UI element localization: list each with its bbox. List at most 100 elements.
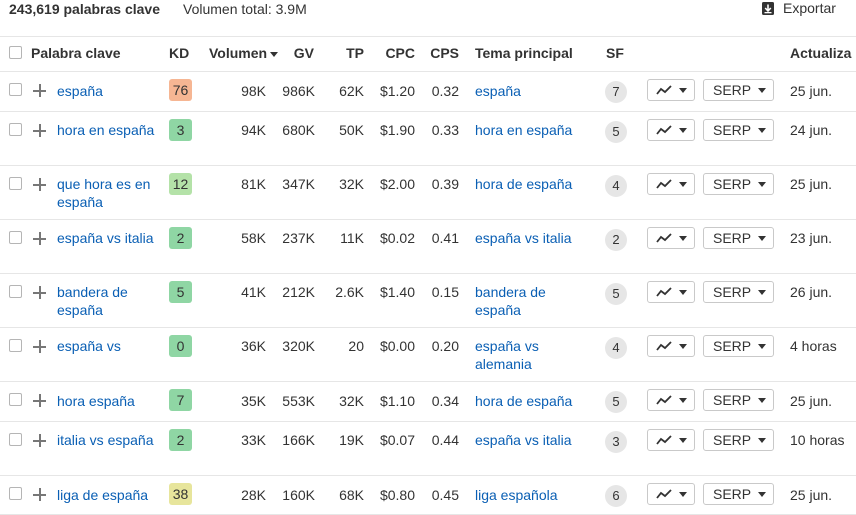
trend-line-icon: [656, 287, 672, 297]
serp-button[interactable]: SERP: [703, 483, 774, 505]
gv-value: 160K: [282, 487, 315, 503]
row-checkbox[interactable]: [9, 285, 22, 298]
serp-button[interactable]: SERP: [703, 281, 774, 303]
row-checkbox[interactable]: [9, 433, 22, 446]
add-to-list-icon[interactable]: [33, 340, 46, 353]
serp-button[interactable]: SERP: [703, 227, 774, 249]
sf-count-badge[interactable]: 3: [605, 431, 627, 453]
col-sf[interactable]: SF: [606, 45, 624, 61]
keyword-link[interactable]: españa: [57, 82, 169, 100]
chevron-down-icon: [679, 492, 687, 497]
serp-button[interactable]: SERP: [703, 119, 774, 141]
serp-button[interactable]: SERP: [703, 173, 774, 195]
updated-value: 25 jun.: [790, 176, 833, 192]
keyword-link[interactable]: italia vs españa: [57, 431, 169, 449]
trend-line-icon: [656, 233, 672, 243]
select-all-checkbox[interactable]: [9, 46, 22, 59]
row-checkbox[interactable]: [9, 393, 22, 406]
table-header: Palabra clave KD Volumen GV TP CPC CPS T…: [0, 36, 856, 72]
parent-topic-link[interactable]: españa vs italia: [475, 431, 593, 449]
col-volume[interactable]: Volumen: [209, 45, 279, 61]
keyword-link[interactable]: hora en españa: [57, 121, 169, 139]
table-row: bandera de españa 5 41K 212K 2.6K $1.40 0.15 ba…: [0, 274, 856, 328]
col-cpc[interactable]: CPC: [380, 45, 415, 61]
row-checkbox[interactable]: [9, 177, 22, 190]
cpc-value: $2.00: [379, 176, 415, 192]
trend-chart-button[interactable]: [647, 119, 695, 141]
keyword-link[interactable]: españa vs: [57, 337, 169, 355]
add-to-list-icon[interactable]: [33, 84, 46, 97]
serp-button[interactable]: SERP: [703, 389, 774, 411]
cps-value: 0.45: [431, 487, 459, 503]
export-button[interactable]: Exportar: [762, 0, 836, 16]
tp-value: 50K: [339, 122, 364, 138]
chevron-down-icon: [758, 290, 766, 295]
chevron-down-icon: [758, 182, 766, 187]
row-checkbox[interactable]: [9, 83, 22, 96]
chevron-down-icon: [679, 438, 687, 443]
parent-topic-link[interactable]: bandera de españa: [475, 283, 593, 319]
serp-button[interactable]: SERP: [703, 79, 774, 101]
add-to-list-icon[interactable]: [33, 286, 46, 299]
row-checkbox[interactable]: [9, 487, 22, 500]
trend-line-icon: [656, 395, 672, 405]
parent-topic-link[interactable]: hora en españa: [475, 121, 593, 139]
parent-topic-link[interactable]: hora de españa: [475, 392, 593, 410]
trend-chart-button[interactable]: [647, 79, 695, 101]
trend-chart-button[interactable]: [647, 281, 695, 303]
add-to-list-icon[interactable]: [33, 434, 46, 447]
cps-value: 0.32: [431, 83, 459, 99]
add-to-list-icon[interactable]: [33, 394, 46, 407]
serp-button-label: SERP: [713, 432, 752, 448]
col-gv[interactable]: GV: [284, 45, 314, 61]
parent-topic-link[interactable]: hora de españa: [475, 175, 593, 193]
kd-badge: 2: [169, 227, 192, 249]
trend-chart-button[interactable]: [647, 227, 695, 249]
sf-count-badge[interactable]: 4: [605, 175, 627, 197]
add-to-list-icon[interactable]: [33, 488, 46, 501]
keyword-link[interactable]: españa vs italia: [57, 229, 169, 247]
keyword-link[interactable]: que hora es en españa: [57, 175, 169, 211]
col-tp[interactable]: TP: [334, 45, 364, 61]
add-to-list-icon[interactable]: [33, 124, 46, 137]
trend-chart-button[interactable]: [647, 429, 695, 451]
kd-badge: 3: [169, 119, 192, 141]
col-updated[interactable]: Actualiza: [790, 45, 851, 61]
serp-button[interactable]: SERP: [703, 429, 774, 451]
sf-count-badge[interactable]: 6: [605, 485, 627, 507]
serp-button[interactable]: SERP: [703, 335, 774, 357]
col-parent-topic[interactable]: Tema principal: [475, 45, 573, 61]
parent-topic-link[interactable]: españa vs alemania: [475, 337, 593, 373]
sf-count-badge[interactable]: 7: [605, 81, 627, 103]
col-keyword[interactable]: Palabra clave: [31, 45, 121, 61]
parent-topic-link[interactable]: españa: [475, 82, 593, 100]
serp-button-label: SERP: [713, 486, 752, 502]
col-cps[interactable]: CPS: [424, 45, 459, 61]
volume-value: 33K: [241, 432, 266, 448]
row-checkbox[interactable]: [9, 231, 22, 244]
sf-count-badge[interactable]: 4: [605, 337, 627, 359]
volume-value: 35K: [241, 393, 266, 409]
col-kd[interactable]: KD: [169, 45, 189, 61]
parent-topic-link[interactable]: liga española: [475, 486, 593, 504]
row-checkbox[interactable]: [9, 339, 22, 352]
sf-count-badge[interactable]: 5: [605, 283, 627, 305]
trend-line-icon: [656, 125, 672, 135]
keyword-link[interactable]: bandera de españa: [57, 283, 169, 319]
trend-chart-button[interactable]: [647, 389, 695, 411]
parent-topic-link[interactable]: españa vs italia: [475, 229, 593, 247]
trend-chart-button[interactable]: [647, 173, 695, 195]
sf-count-badge[interactable]: 5: [605, 121, 627, 143]
add-to-list-icon[interactable]: [33, 232, 46, 245]
cps-value: 0.41: [431, 230, 459, 246]
row-checkbox[interactable]: [9, 123, 22, 136]
trend-chart-button[interactable]: [647, 335, 695, 357]
chevron-down-icon: [679, 182, 687, 187]
sf-count-badge[interactable]: 2: [605, 229, 627, 251]
sf-count-badge[interactable]: 5: [605, 391, 627, 413]
keyword-link[interactable]: liga de españa: [57, 486, 169, 504]
keyword-link[interactable]: hora españa: [57, 392, 169, 410]
add-to-list-icon[interactable]: [33, 178, 46, 191]
trend-chart-button[interactable]: [647, 483, 695, 505]
serp-button-label: SERP: [713, 284, 752, 300]
